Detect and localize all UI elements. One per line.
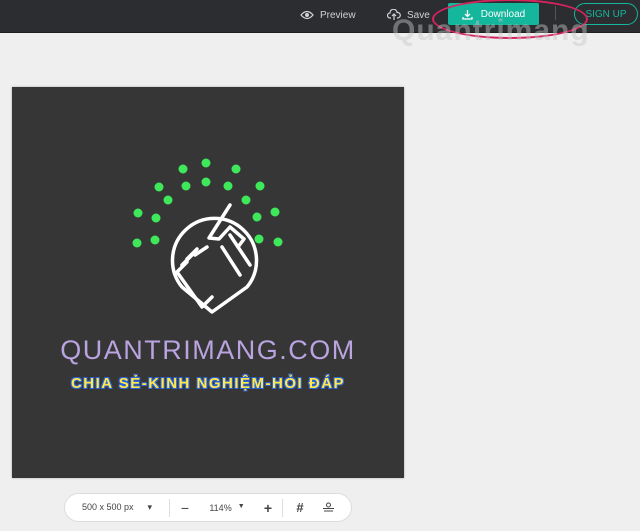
- green-dot: [150, 235, 160, 245]
- grid-icon[interactable]: #: [283, 500, 317, 515]
- caret-down-icon: ▼: [237, 502, 245, 510]
- save-button[interactable]: Save: [387, 0, 430, 30]
- green-dot: [223, 181, 233, 191]
- green-dot: [201, 177, 211, 187]
- preview-label: Preview: [320, 9, 356, 21]
- preview-button[interactable]: Preview: [300, 0, 356, 30]
- green-dot: [201, 158, 211, 168]
- eye-icon: [300, 10, 314, 20]
- green-dot: [254, 234, 264, 244]
- size-label: 500 x 500 px: [81, 502, 134, 512]
- green-dot: [154, 182, 164, 192]
- design-subtitle: CHIA SẺ-KINH NGHIỆM-HỎI ĐÁP: [70, 375, 346, 392]
- download-icon: [462, 9, 473, 20]
- align-icon[interactable]: [317, 502, 339, 514]
- zoom-out-button[interactable]: −: [170, 500, 200, 516]
- size-select[interactable]: 500 x 500 px ▾: [65, 502, 169, 513]
- zoom-select[interactable]: 114% ▼: [200, 503, 254, 513]
- green-dot: [252, 212, 262, 222]
- green-dot: [133, 208, 143, 218]
- signup-button[interactable]: SIGN UP: [574, 3, 638, 25]
- handshake-lightbulb-logo: [132, 158, 283, 314]
- zoom-label: 114%: [209, 502, 232, 513]
- green-dot: [255, 181, 265, 191]
- caret-down-icon: ▾: [147, 502, 153, 512]
- green-dot: [241, 195, 251, 205]
- green-dot: [151, 213, 161, 223]
- green-dot: [163, 195, 173, 205]
- green-dot: [231, 164, 241, 174]
- green-dot: [178, 164, 188, 174]
- canvas-toolbar: 500 x 500 px ▾ − 114% ▼ + #: [64, 493, 352, 522]
- green-dot: [181, 181, 191, 191]
- download-button[interactable]: Download: [448, 3, 539, 25]
- dots: [132, 158, 283, 248]
- cloud-upload-icon: [387, 9, 401, 20]
- download-label: Download: [480, 8, 526, 20]
- green-dot: [273, 237, 283, 247]
- save-label: Save: [407, 9, 430, 21]
- design-canvas[interactable]: QUANTRIMANG.COM CHIA SẺ-KINH NGHIỆM-HỎI …: [12, 87, 404, 478]
- divider: [555, 6, 556, 20]
- zoom-in-button[interactable]: +: [254, 500, 282, 516]
- green-dot: [132, 238, 142, 248]
- top-bar: Preview Save Download SIGN UP: [0, 0, 640, 33]
- design-title: QUANTRIMANG.COM: [60, 335, 356, 365]
- green-dot: [270, 207, 280, 217]
